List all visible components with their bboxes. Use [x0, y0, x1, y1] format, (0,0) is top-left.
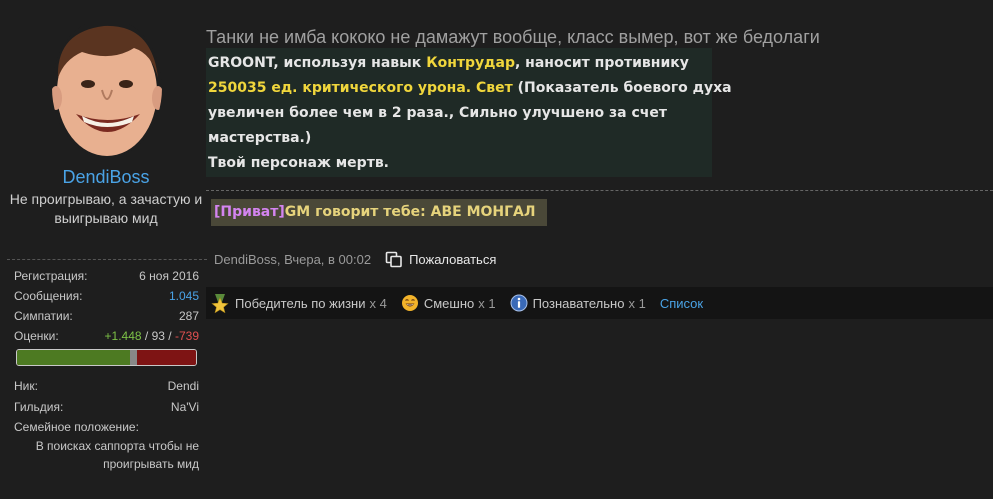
- private-tag: [Приват]: [214, 204, 285, 220]
- rating-count: x 4: [369, 295, 387, 311]
- report-button[interactable]: Пожаловаться: [385, 251, 496, 268]
- stat-ratings: Оценки: +1.448 / 93 / -739: [14, 328, 199, 348]
- user-stats: Регистрация: 6 ноя 2016 Сообщения: 1.045…: [14, 268, 199, 366]
- field-nick: Ник: Dendi: [14, 377, 199, 398]
- stat-likes: Симпатии: 287: [14, 308, 199, 328]
- medal-icon: [211, 294, 229, 313]
- post-author-date-link[interactable]: DendiBoss, Вчера, в 00:02: [214, 252, 371, 267]
- user-fields: Ник: Dendi Гильдия: Na'Vi Семейное полож…: [14, 377, 199, 473]
- user-info-panel: DendiBoss Не проигрываю, а зачастую и вы…: [0, 0, 207, 499]
- rating-negative: -739: [174, 329, 199, 343]
- field-label: Ник:: [14, 379, 38, 393]
- user-title: Не проигрываю, а зачастую и выигрываю ми…: [9, 191, 203, 226]
- rating-count: x 1: [628, 295, 646, 311]
- game-log-text: (Показатель боевого духа: [512, 80, 732, 96]
- field-family-label: Семейное положение:: [14, 420, 139, 434]
- stat-value: 6 ноя 2016: [139, 269, 199, 283]
- stat-label: Регистрация:: [14, 269, 88, 283]
- game-log-screenshot: GROONT, используя навык Контрудар, нанос…: [206, 48, 732, 177]
- rating-label: Победитель по жизни: [235, 295, 366, 311]
- stat-label: Симпатии:: [14, 309, 73, 323]
- field-label: Гильдия:: [14, 400, 64, 414]
- avatar[interactable]: [52, 18, 162, 158]
- field-family-value: В поисках саппорта чтобы не проигрывать …: [35, 439, 199, 471]
- rating-separator: /: [141, 329, 152, 343]
- report-label: Пожаловаться: [409, 252, 497, 267]
- stat-label: Сообщения:: [14, 289, 83, 303]
- rating-informative[interactable]: Познавательно x 1: [510, 294, 646, 312]
- rating-separator: /: [164, 329, 175, 343]
- rating-label: Смешно: [423, 295, 475, 311]
- signature-private-message: [Приват]GM говорит тебе: АВЕ МОНГАЛ: [211, 199, 547, 226]
- rating-label: Познавательно: [532, 295, 625, 311]
- divider: [7, 259, 207, 260]
- username-link[interactable]: DendiBoss: [0, 167, 212, 188]
- messages-count-link[interactable]: 1.045: [169, 288, 199, 308]
- field-guild: Гильдия: Na'Vi: [14, 398, 199, 419]
- laughing-face-icon: [401, 295, 418, 311]
- post-meta: DendiBoss, Вчера, в 00:02 Пожаловаться: [214, 251, 496, 268]
- game-log-damage: 250035 ед. критического урона. Свет: [208, 80, 513, 96]
- signature-divider: [206, 190, 993, 191]
- avatar-image: [52, 25, 162, 156]
- rating-bar-positive: [17, 350, 130, 365]
- game-log-line: 250035 ед. критического урона. Свет (Пок…: [208, 76, 732, 101]
- private-text: GM говорит тебе: АВЕ МОНГАЛ: [284, 204, 536, 220]
- stat-registration: Регистрация: 6 ноя 2016: [14, 268, 199, 288]
- field-value: Na'Vi: [170, 400, 199, 414]
- game-log-line: GROONT, используя навык Контрудар, нанос…: [208, 51, 712, 76]
- stat-messages: Сообщения: 1.045: [14, 288, 199, 308]
- stat-label: Оценки:: [14, 329, 59, 343]
- stat-value: 287: [178, 309, 199, 323]
- report-icon: [385, 251, 402, 268]
- rating-winner[interactable]: Победитель по жизни x 4: [210, 293, 387, 313]
- info-icon: [510, 294, 528, 312]
- rating-funny[interactable]: Смешно x 1: [401, 294, 496, 312]
- rating-bar-negative: [136, 350, 196, 365]
- rating-bar-neutral: [129, 350, 137, 365]
- ratings-list-link[interactable]: Список: [660, 296, 703, 311]
- game-log-line: мастерства.): [208, 130, 312, 146]
- ratings-summary-bar: Победитель по жизни x 4 Смешно x 1 Познава…: [206, 287, 993, 319]
- post-text: Танки не имба кококо не дамажут вообще, …: [206, 27, 820, 47]
- game-log-skill: Контрудар: [426, 55, 515, 71]
- game-log-line: Твой персонаж мертв.: [208, 155, 389, 171]
- rating-bar: [16, 349, 197, 366]
- game-log-text: , наносит противнику: [514, 55, 689, 71]
- game-log-text: GROONT, используя навык: [208, 55, 427, 71]
- game-log-line: увеличен более чем в 2 раза., Сильно улу…: [208, 105, 668, 121]
- ratings-values: +1.448 / 93 / -739: [105, 328, 199, 348]
- rating-positive: +1.448: [104, 329, 142, 343]
- rating-count: x 1: [478, 295, 496, 311]
- field-value: Dendi: [167, 379, 199, 393]
- rating-neutral: 93: [151, 329, 165, 343]
